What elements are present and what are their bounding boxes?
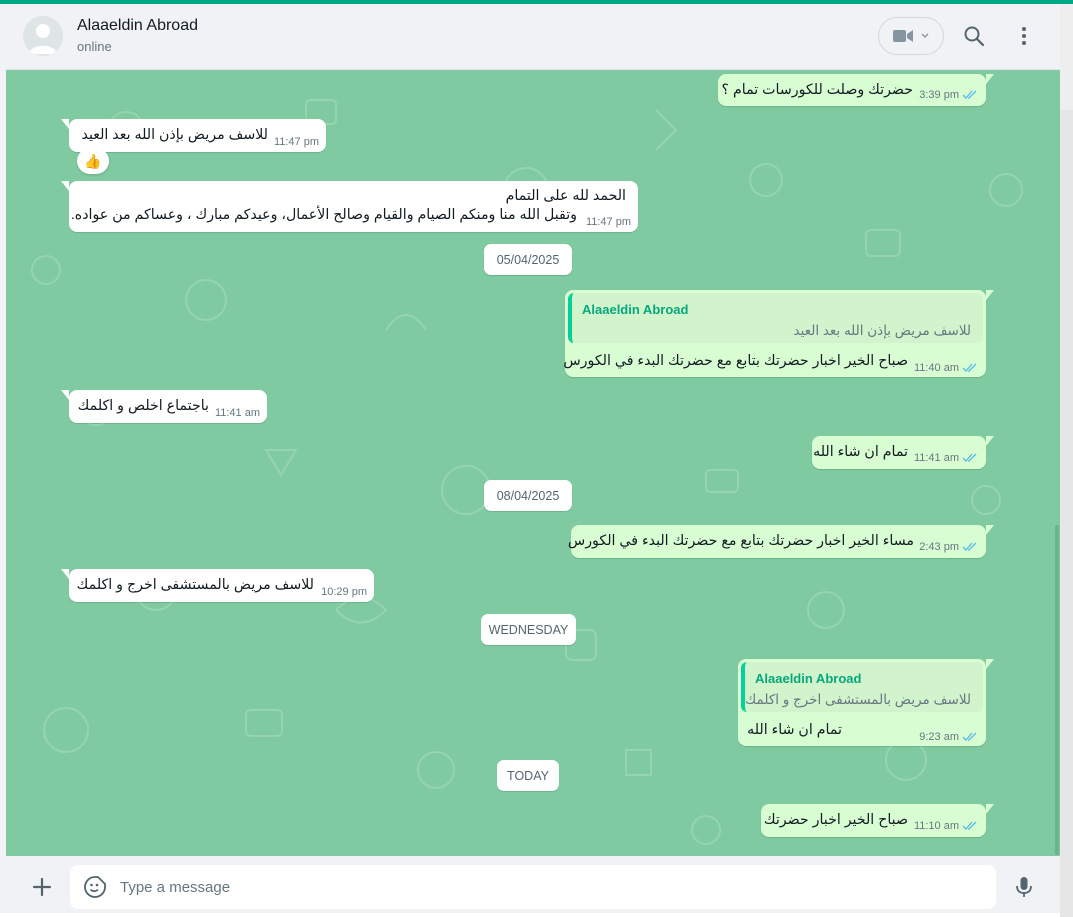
message-incoming[interactable]: الحمد لله على التمام وتقبل الله منا ومنك…	[61, 181, 638, 232]
plus-icon	[32, 877, 52, 897]
quoted-message[interactable]: Alaaeldin Abroad للاسف مريض بالمستشفى اخ…	[741, 662, 983, 712]
quote-author: Alaaeldin Abroad	[582, 302, 689, 317]
message-outgoing[interactable]: تمام ان شاء الله 11:41 am	[812, 436, 994, 469]
message-text: تمام ان شاء الله	[813, 444, 908, 460]
message-outgoing-reply[interactable]: Alaaeldin Abroad للاسف مريض بالمستشفى اخ…	[738, 659, 994, 746]
message-time: 9:23 am	[919, 731, 959, 743]
search-button[interactable]	[962, 24, 986, 48]
emoji-button[interactable]	[83, 875, 107, 899]
message-text: مساء الخير اخبار حضرتك بتابع مع حضرتك ال…	[567, 533, 914, 549]
contact-status: online	[77, 39, 112, 54]
date-divider: 05/04/2025	[484, 244, 572, 275]
default-avatar-icon	[23, 16, 63, 56]
quoted-message[interactable]: Alaaeldin Abroad للاسف مريض بإذن الله بع…	[568, 293, 983, 343]
date-divider: TODAY	[497, 760, 559, 791]
message-incoming[interactable]: للاسف مريض بالمستشفى اخرج و اكلمك 10:29 …	[61, 569, 374, 602]
reaction-badge[interactable]: 👍	[77, 148, 109, 174]
message-text-line: الحمد لله على التمام	[505, 188, 626, 204]
message-text: صباح الخير اخبار حضرتك بتابع مع حضرتك ال…	[563, 353, 908, 369]
avatar[interactable]	[23, 16, 63, 56]
emoji-icon	[84, 876, 106, 898]
message-time: 3:39 pm	[919, 89, 959, 101]
menu-icon	[1022, 27, 1026, 45]
quote-text: للاسف مريض بإذن الله بعد العيد	[793, 323, 971, 338]
quote-text: للاسف مريض بالمستشفى اخرج و اكلمك	[745, 692, 971, 707]
voice-message-button[interactable]	[1012, 875, 1036, 899]
message-meta: 11:47 pm	[274, 136, 319, 148]
message-meta: 11:40 am	[914, 362, 978, 374]
message-outgoing-reply[interactable]: Alaaeldin Abroad للاسف مريض بإذن الله بع…	[563, 290, 994, 377]
message-time: 11:47 pm	[585, 216, 631, 228]
message-meta: 11:41 am	[215, 407, 260, 419]
double-check-icon	[962, 732, 977, 741]
composer-bar	[6, 856, 1060, 913]
menu-button[interactable]	[1012, 24, 1036, 48]
scrollbar[interactable]	[1055, 525, 1059, 855]
chat-header: Alaaeldin Abroad online	[6, 4, 1060, 70]
side-panel	[1060, 4, 1073, 917]
quote-author: Alaaeldin Abroad	[755, 671, 862, 686]
message-time: 11:41 am	[214, 407, 260, 419]
attach-button[interactable]	[30, 875, 54, 899]
message-time: 2:43 pm	[919, 541, 959, 553]
message-time: 11:47 pm	[273, 136, 319, 148]
message-input-box	[70, 865, 996, 909]
message-time: 11:10 am	[913, 820, 959, 832]
message-meta: 2:43 pm	[919, 541, 978, 553]
video-call-icon	[893, 30, 913, 42]
double-check-icon	[962, 363, 977, 372]
message-meta: 11:47 pm	[586, 216, 631, 228]
message-meta: 11:41 am	[914, 452, 978, 464]
message-text: صباح الخير اخبار حضرتك	[763, 812, 908, 828]
message-meta: 3:39 pm	[919, 89, 978, 101]
message-text: تمام ان شاء الله	[747, 722, 842, 738]
chat-area[interactable]: حضرتك وصلت للكورسات تمام ؟ 3:39 pm للاسف…	[6, 70, 1060, 856]
message-text-line: وتقبل الله منا ومنكم الصيام والقيام وصال…	[70, 207, 577, 223]
contact-name[interactable]: Alaaeldin Abroad	[77, 17, 198, 35]
message-incoming[interactable]: باجتماع اخلص و اكلمك 11:41 am	[61, 390, 267, 423]
message-incoming[interactable]: للاسف مريض بإذن الله بعد العيد 11:47 pm	[61, 119, 326, 152]
message-time: 11:40 am	[913, 362, 959, 374]
mic-icon	[1016, 877, 1032, 897]
message-outgoing[interactable]: صباح الخير اخبار حضرتك 11:10 am	[761, 804, 994, 837]
message-time: 11:41 am	[913, 452, 959, 464]
video-call-button[interactable]	[878, 17, 944, 55]
message-text: للاسف مريض بإذن الله بعد العيد	[81, 127, 268, 143]
double-check-icon	[962, 453, 977, 462]
message-meta: 11:10 am	[914, 820, 978, 832]
message-time: 10:29 pm	[321, 586, 367, 598]
message-input[interactable]	[120, 865, 980, 909]
message-text: باجتماع اخلص و اكلمك	[77, 398, 209, 414]
message-text: للاسف مريض بالمستشفى اخرج و اكلمك	[76, 577, 314, 593]
chevron-down-icon	[921, 33, 929, 38]
date-divider: 08/04/2025	[484, 480, 572, 511]
date-divider: WEDNESDAY	[481, 614, 576, 645]
message-outgoing[interactable]: حضرتك وصلت للكورسات تمام ؟ 3:39 pm	[718, 74, 994, 106]
double-check-icon	[962, 542, 977, 551]
search-icon	[964, 26, 985, 47]
message-meta: 9:23 am	[919, 731, 978, 743]
double-check-icon	[962, 90, 977, 99]
message-text: حضرتك وصلت للكورسات تمام ؟	[721, 82, 914, 98]
message-outgoing[interactable]: مساء الخير اخبار حضرتك بتابع مع حضرتك ال…	[567, 525, 994, 558]
message-meta: 10:29 pm	[321, 586, 367, 598]
double-check-icon	[962, 821, 977, 830]
